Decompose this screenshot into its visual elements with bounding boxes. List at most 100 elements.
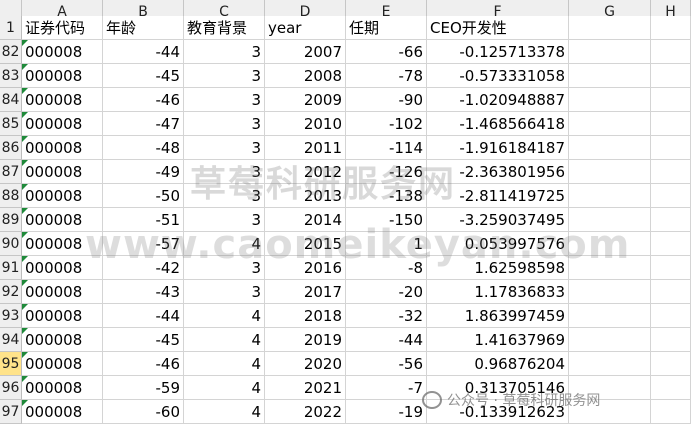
- empty-cell[interactable]: [651, 16, 691, 40]
- row-number[interactable]: 88: [0, 184, 22, 208]
- age-cell[interactable]: -46: [103, 88, 184, 112]
- empty-cell[interactable]: [569, 280, 651, 304]
- age-cell[interactable]: -60: [103, 400, 184, 424]
- age-cell[interactable]: -44: [103, 304, 184, 328]
- year-cell[interactable]: 2020: [265, 352, 346, 376]
- empty-cell[interactable]: [651, 136, 691, 160]
- age-cell[interactable]: -50: [103, 184, 184, 208]
- ceo-cell[interactable]: -0.125713378: [427, 40, 569, 64]
- empty-cell[interactable]: [569, 160, 651, 184]
- empty-cell[interactable]: [651, 40, 691, 64]
- education-cell[interactable]: 3: [184, 40, 265, 64]
- ceo-cell[interactable]: -3.259037495: [427, 208, 569, 232]
- code-cell[interactable]: 000008: [22, 400, 103, 424]
- empty-cell[interactable]: [651, 256, 691, 280]
- age-cell[interactable]: -43: [103, 280, 184, 304]
- tenure-cell[interactable]: -19: [346, 400, 427, 424]
- empty-cell[interactable]: [651, 160, 691, 184]
- education-cell[interactable]: 3: [184, 184, 265, 208]
- empty-cell[interactable]: [569, 304, 651, 328]
- row-number[interactable]: 89: [0, 208, 22, 232]
- year-cell[interactable]: 2017: [265, 280, 346, 304]
- education-cell[interactable]: 3: [184, 208, 265, 232]
- empty-cell[interactable]: [651, 64, 691, 88]
- row-number[interactable]: 85: [0, 112, 22, 136]
- year-cell[interactable]: 2019: [265, 328, 346, 352]
- code-cell[interactable]: 000008: [22, 280, 103, 304]
- empty-cell[interactable]: [569, 88, 651, 112]
- code-cell[interactable]: 000008: [22, 40, 103, 64]
- year-cell[interactable]: 2014: [265, 208, 346, 232]
- empty-cell[interactable]: [569, 376, 651, 400]
- row-number[interactable]: 94: [0, 328, 22, 352]
- header-cell-tenure[interactable]: 任期: [346, 16, 427, 40]
- tenure-cell[interactable]: -78: [346, 64, 427, 88]
- year-cell[interactable]: 2013: [265, 184, 346, 208]
- code-cell[interactable]: 000008: [22, 376, 103, 400]
- age-cell[interactable]: -49: [103, 160, 184, 184]
- row-number[interactable]: 96: [0, 376, 22, 400]
- year-cell[interactable]: 2015: [265, 232, 346, 256]
- code-cell[interactable]: 000008: [22, 184, 103, 208]
- ceo-cell[interactable]: 0.053997576: [427, 232, 569, 256]
- empty-cell[interactable]: [569, 208, 651, 232]
- row-number[interactable]: 84: [0, 88, 22, 112]
- empty-cell[interactable]: [569, 328, 651, 352]
- year-cell[interactable]: 2010: [265, 112, 346, 136]
- ceo-cell[interactable]: -2.363801956: [427, 160, 569, 184]
- code-cell[interactable]: 000008: [22, 136, 103, 160]
- education-cell[interactable]: 4: [184, 232, 265, 256]
- ceo-cell[interactable]: 0.96876204: [427, 352, 569, 376]
- education-cell[interactable]: 4: [184, 328, 265, 352]
- age-cell[interactable]: -47: [103, 112, 184, 136]
- age-cell[interactable]: -48: [103, 136, 184, 160]
- code-cell[interactable]: 000008: [22, 256, 103, 280]
- empty-cell[interactable]: [569, 232, 651, 256]
- education-cell[interactable]: 3: [184, 112, 265, 136]
- code-cell[interactable]: 000008: [22, 232, 103, 256]
- tenure-cell[interactable]: -126: [346, 160, 427, 184]
- code-cell[interactable]: 000008: [22, 88, 103, 112]
- empty-cell[interactable]: [569, 64, 651, 88]
- tenure-cell[interactable]: -44: [346, 328, 427, 352]
- education-cell[interactable]: 4: [184, 400, 265, 424]
- tenure-cell[interactable]: -32: [346, 304, 427, 328]
- ceo-cell[interactable]: 0.313705146: [427, 376, 569, 400]
- ceo-cell[interactable]: 1.863997459: [427, 304, 569, 328]
- code-cell[interactable]: 000008: [22, 64, 103, 88]
- row-number[interactable]: 91: [0, 256, 22, 280]
- year-cell[interactable]: 2011: [265, 136, 346, 160]
- empty-cell[interactable]: [569, 112, 651, 136]
- age-cell[interactable]: -45: [103, 64, 184, 88]
- empty-cell[interactable]: [651, 112, 691, 136]
- age-cell[interactable]: -44: [103, 40, 184, 64]
- row-number[interactable]: 97: [0, 400, 22, 424]
- tenure-cell[interactable]: -102: [346, 112, 427, 136]
- header-cell-age[interactable]: 年龄: [103, 16, 184, 40]
- ceo-cell[interactable]: 1.41637969: [427, 328, 569, 352]
- education-cell[interactable]: 4: [184, 376, 265, 400]
- ceo-cell[interactable]: 1.62598598: [427, 256, 569, 280]
- row-number[interactable]: 82: [0, 40, 22, 64]
- code-cell[interactable]: 000008: [22, 304, 103, 328]
- code-cell[interactable]: 000008: [22, 112, 103, 136]
- empty-cell[interactable]: [569, 352, 651, 376]
- row-number[interactable]: 90: [0, 232, 22, 256]
- education-cell[interactable]: 4: [184, 304, 265, 328]
- empty-cell[interactable]: [651, 280, 691, 304]
- empty-cell[interactable]: [651, 328, 691, 352]
- row-number[interactable]: 95: [0, 352, 22, 376]
- education-cell[interactable]: 3: [184, 64, 265, 88]
- ceo-cell[interactable]: 1.17836833: [427, 280, 569, 304]
- empty-cell[interactable]: [569, 400, 651, 424]
- ceo-cell[interactable]: -0.573331058: [427, 64, 569, 88]
- ceo-cell[interactable]: -2.811419725: [427, 184, 569, 208]
- empty-cell[interactable]: [651, 208, 691, 232]
- tenure-cell[interactable]: -56: [346, 352, 427, 376]
- header-cell-code[interactable]: 证券代码: [22, 16, 103, 40]
- empty-cell[interactable]: [651, 232, 691, 256]
- tenure-cell[interactable]: 1: [346, 232, 427, 256]
- education-cell[interactable]: 3: [184, 256, 265, 280]
- education-cell[interactable]: 4: [184, 352, 265, 376]
- row-number[interactable]: 1: [0, 16, 22, 40]
